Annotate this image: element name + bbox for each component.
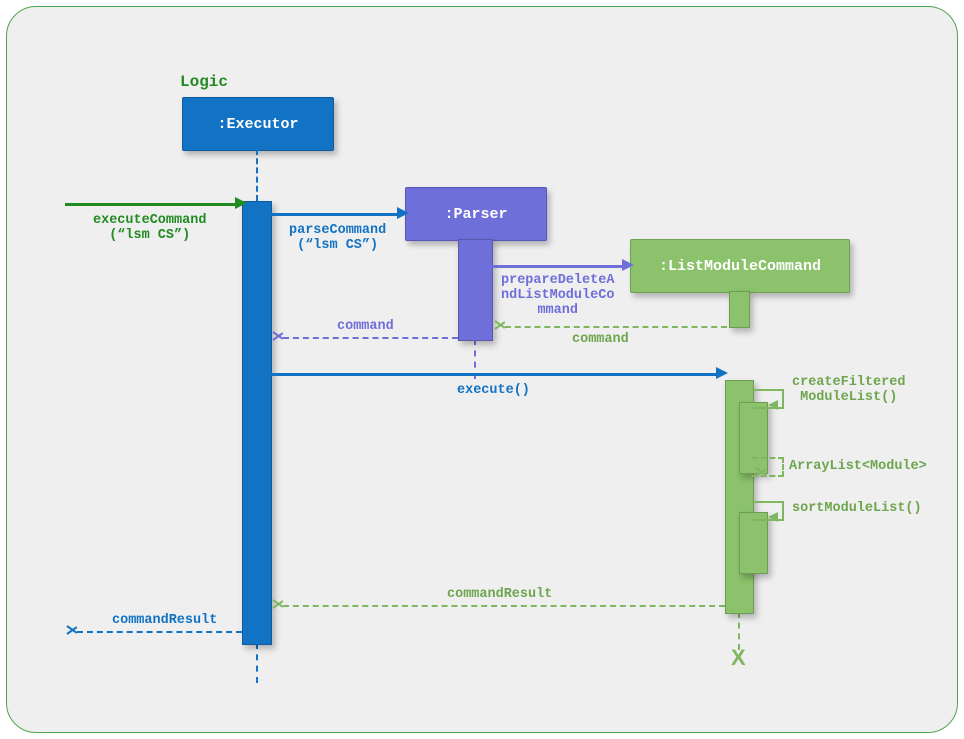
arrow-out-cmdresult — [77, 631, 242, 633]
label-sort: sortModuleList() — [792, 501, 922, 516]
lifeline-executor-bottom — [256, 643, 258, 683]
arrow-in-executecommand — [65, 203, 241, 206]
arrow-parsecommand — [270, 213, 403, 216]
label-createfiltered: createFiltered ModuleList() — [792, 375, 905, 405]
label-arraylist: ArrayList<Module> — [789, 459, 927, 474]
label-parsecommand: parseCommand (“lsm CS”) — [289, 223, 386, 253]
arrow-return-command-green — [505, 326, 727, 328]
label-executecommand: executeCommand (“lsm CS”) — [93, 213, 206, 243]
arrowhead-parsecommand — [397, 207, 409, 219]
activation-parser — [458, 239, 493, 341]
activation-lmc-create — [729, 291, 750, 328]
arrowhead-prepare — [622, 259, 634, 271]
label-return-command-purple: command — [337, 319, 394, 334]
participant-parser: :Parser — [405, 187, 547, 241]
label-prepare: prepareDeleteA ndListModuleCo mmand — [501, 273, 614, 318]
activation-lmc-sort — [739, 512, 768, 574]
destroy-lmc: X — [731, 645, 746, 671]
label-out-cmdresult: commandResult — [112, 613, 217, 628]
arrow-execute — [270, 373, 722, 376]
arrowhead-createfiltered — [768, 400, 778, 410]
arrowhead-execute — [716, 367, 728, 379]
participant-executor: :Executor — [182, 97, 334, 151]
label-execute: execute() — [457, 383, 530, 398]
activation-executor — [242, 201, 272, 645]
logic-frame: Logic :Executor :Parser :ListModuleComma… — [6, 6, 958, 733]
participant-listmodulecommand: :ListModuleCommand — [630, 239, 850, 293]
arrow-prepare — [491, 265, 628, 268]
lifeline-executor-top — [256, 149, 258, 201]
label-return-command-green: command — [572, 332, 629, 347]
arrowhead-in-executecommand — [235, 197, 247, 209]
arrow-return-cmdresult — [283, 605, 725, 607]
frame-title: Logic — [180, 73, 228, 91]
arrow-return-command-purple — [283, 337, 458, 339]
label-return-cmdresult: commandResult — [447, 587, 552, 602]
arrowhead-sort — [768, 512, 778, 522]
